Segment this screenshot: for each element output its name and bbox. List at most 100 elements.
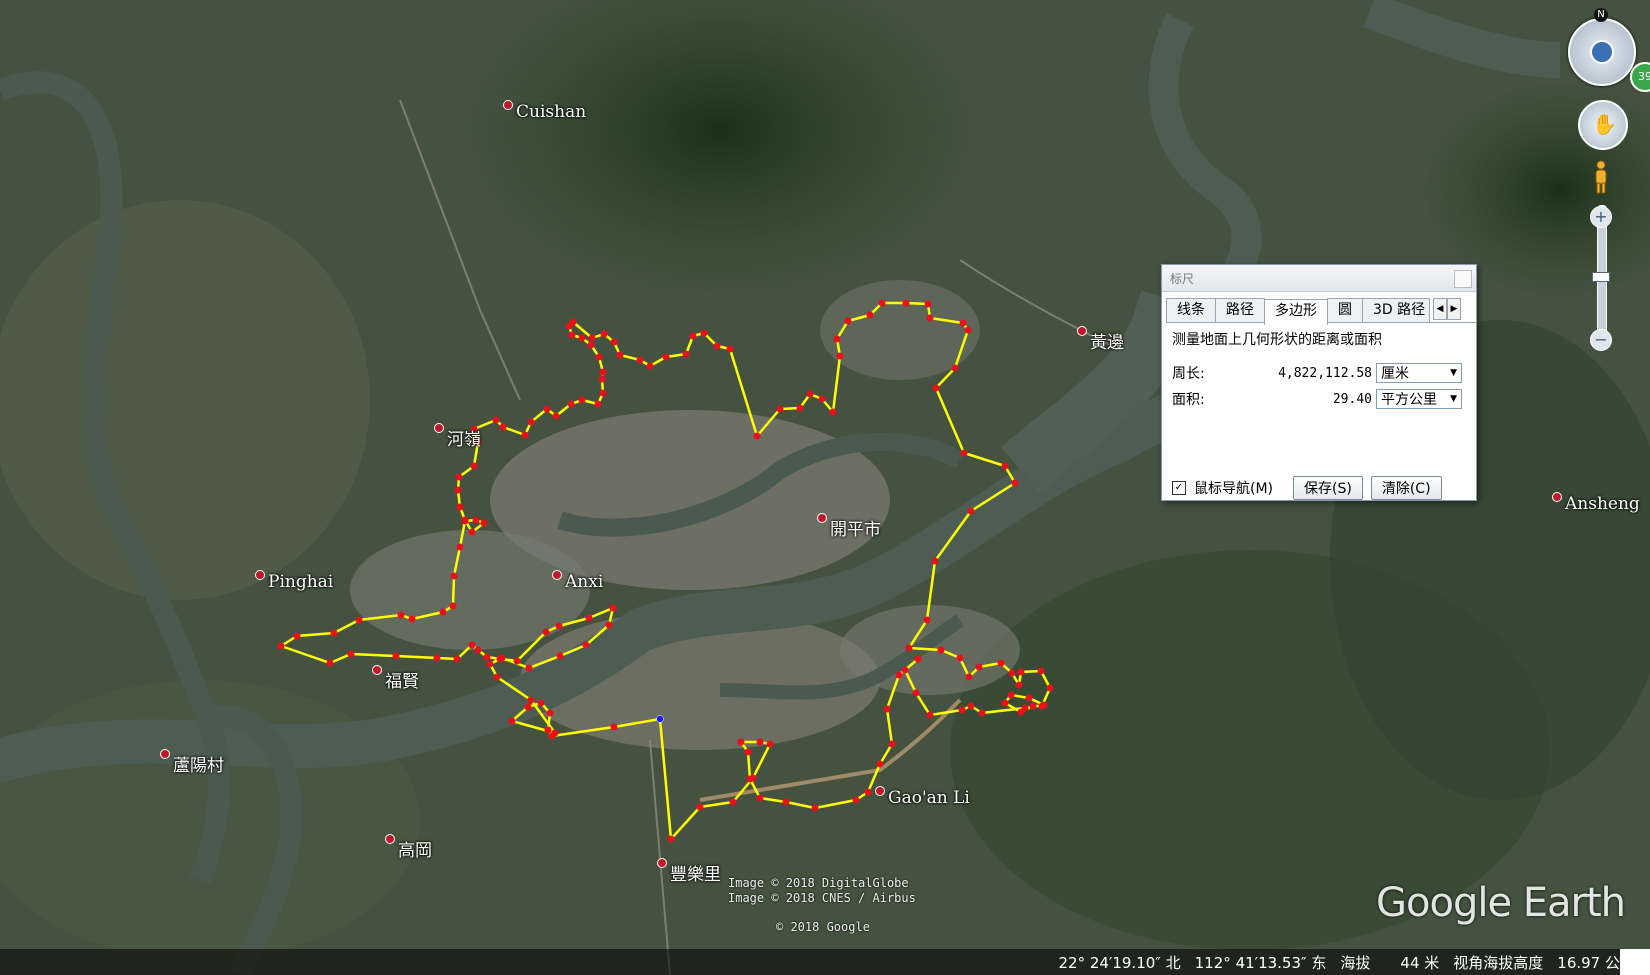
polygon-vertex[interactable] [513, 657, 521, 665]
polygon-vertex[interactable] [493, 673, 501, 681]
polygon-vertex[interactable] [737, 738, 745, 746]
zoom-in-button[interactable]: + [1590, 206, 1612, 228]
polygon-vertex[interactable] [1037, 667, 1045, 675]
perimeter-unit-select[interactable]: 厘米 ▼ [1376, 363, 1462, 383]
polygon-vertex[interactable] [472, 516, 480, 524]
polygon-vertex[interactable] [937, 646, 945, 654]
polygon-vertex[interactable] [876, 760, 884, 768]
polygon-vertex[interactable] [932, 384, 940, 392]
tab-scroll-right-icon[interactable]: ▶ [1447, 298, 1461, 320]
place-label-fengleli[interactable]: 豐樂里 [657, 858, 721, 885]
polygon-vertex[interactable] [468, 641, 476, 649]
polygon-vertex[interactable] [965, 673, 973, 681]
polygon-vertex[interactable] [486, 660, 494, 668]
polygon-vertex[interactable] [543, 405, 551, 413]
place-label-gaoanli[interactable]: Gao'an Li [875, 786, 970, 808]
polygon-vertex[interactable] [836, 352, 844, 360]
polygon-vertex[interactable] [582, 641, 590, 649]
polygon-vertex[interactable] [524, 703, 532, 711]
polygon-vertex[interactable] [578, 334, 586, 342]
polygon-vertex[interactable] [636, 356, 644, 364]
polygon-vertex[interactable] [960, 449, 968, 457]
polygon-vertex[interactable] [1011, 479, 1019, 487]
polygon-vertex[interactable] [964, 326, 972, 334]
polygon-vertex[interactable] [610, 338, 618, 346]
place-label-luyang[interactable]: 蘆陽村 [160, 749, 224, 776]
polygon-vertex[interactable] [1040, 701, 1048, 709]
polygon-vertex[interactable] [578, 396, 586, 404]
polygon-vertex[interactable] [552, 412, 560, 420]
polygon-vertex[interactable] [585, 614, 593, 622]
polygon-vertex[interactable] [330, 629, 338, 637]
polygon-vertex[interactable] [587, 341, 595, 349]
mouse-nav-checkbox[interactable]: ✓ [1172, 481, 1186, 495]
polygon-vertex[interactable] [997, 659, 1005, 667]
polygon-vertex[interactable] [1017, 668, 1025, 676]
polygon-vertex[interactable] [1046, 684, 1054, 692]
polygon-vertex[interactable] [878, 299, 886, 307]
polygon-vertex[interactable] [1025, 694, 1033, 702]
polygon-vertex[interactable] [595, 353, 603, 361]
polygon-vertex[interactable] [588, 334, 596, 342]
polygon-vertex[interactable] [756, 794, 764, 802]
polygon-vertex[interactable] [833, 335, 841, 343]
tab-path[interactable]: 路径 [1215, 298, 1265, 322]
place-label-anxi[interactable]: Anxi [552, 570, 603, 592]
tab-circle[interactable]: 圆 [1327, 298, 1363, 322]
polygon-vertex[interactable] [646, 362, 654, 370]
polygon-vertex[interactable] [450, 572, 458, 580]
polygon-vertex[interactable] [682, 350, 690, 358]
polygon-vertex[interactable] [397, 611, 405, 619]
polygon-vertex[interactable] [616, 351, 624, 359]
polygon-vertex[interactable] [527, 696, 535, 704]
polygon-vertex[interactable] [883, 705, 891, 713]
polygon-vertex[interactable] [1015, 681, 1023, 689]
polygon-vertex[interactable] [796, 404, 804, 412]
polygon-vertex[interactable] [956, 654, 964, 662]
polygon-vertex[interactable] [609, 604, 617, 612]
polygon-vertex[interactable] [931, 557, 939, 565]
place-label-kaiping[interactable]: 開平市 [817, 513, 881, 540]
zoom-slider-handle[interactable] [1592, 272, 1610, 282]
polygon-vertex[interactable] [551, 729, 559, 737]
polygon-vertex[interactable] [766, 740, 774, 748]
polygon-vertex[interactable] [392, 652, 400, 660]
polygon-vertex[interactable] [1007, 691, 1015, 699]
polygon-vertex[interactable] [924, 300, 932, 308]
polygon-vertex[interactable] [599, 368, 607, 376]
polygon-vertex[interactable] [521, 431, 529, 439]
polygon-vertex[interactable] [599, 389, 607, 397]
polygon-vertex[interactable] [895, 671, 903, 679]
polygon-vertex[interactable] [689, 332, 697, 340]
polygon-vertex[interactable] [696, 803, 704, 811]
polygon-vertex[interactable] [565, 322, 573, 330]
place-label-pinghai[interactable]: Pinghai [255, 570, 333, 592]
clear-button[interactable]: 清除(C) [1370, 476, 1442, 500]
polygon-vertex[interactable] [527, 418, 535, 426]
polygon-vertex[interactable] [888, 740, 896, 748]
place-label-ansheng[interactable]: Ansheng [1552, 492, 1640, 514]
polygon-vertex[interactable] [776, 405, 784, 413]
polygon-vertex[interactable] [726, 345, 734, 353]
tab-scroll-left-icon[interactable]: ◀ [1433, 298, 1447, 320]
place-label-heling[interactable]: 河嶺 [434, 423, 481, 450]
polygon-vertex[interactable] [293, 632, 301, 640]
polygon-vertex[interactable] [594, 400, 602, 408]
zoom-out-button[interactable]: − [1590, 329, 1612, 351]
polygon-vertex[interactable] [326, 659, 334, 667]
polygon-vertex[interactable] [926, 711, 934, 719]
polygon-vertex[interactable] [978, 709, 986, 717]
polygon-vertex[interactable] [456, 503, 464, 511]
place-label-gaogang[interactable]: 高岡 [385, 834, 432, 861]
polygon-vertex[interactable] [729, 798, 737, 806]
polygon-vertex[interactable] [480, 519, 488, 527]
polygon-vertex[interactable] [844, 317, 852, 325]
polygon-vertex[interactable] [508, 717, 516, 725]
polygon-vertex[interactable] [453, 655, 461, 663]
polygon-vertex[interactable] [598, 375, 606, 383]
polygon-vertex[interactable] [864, 788, 872, 796]
polygon-vertex[interactable] [700, 329, 708, 337]
polygon-vertex[interactable] [818, 395, 826, 403]
polygon-vertex[interactable] [474, 646, 482, 654]
polygon-vertex[interactable] [449, 602, 457, 610]
